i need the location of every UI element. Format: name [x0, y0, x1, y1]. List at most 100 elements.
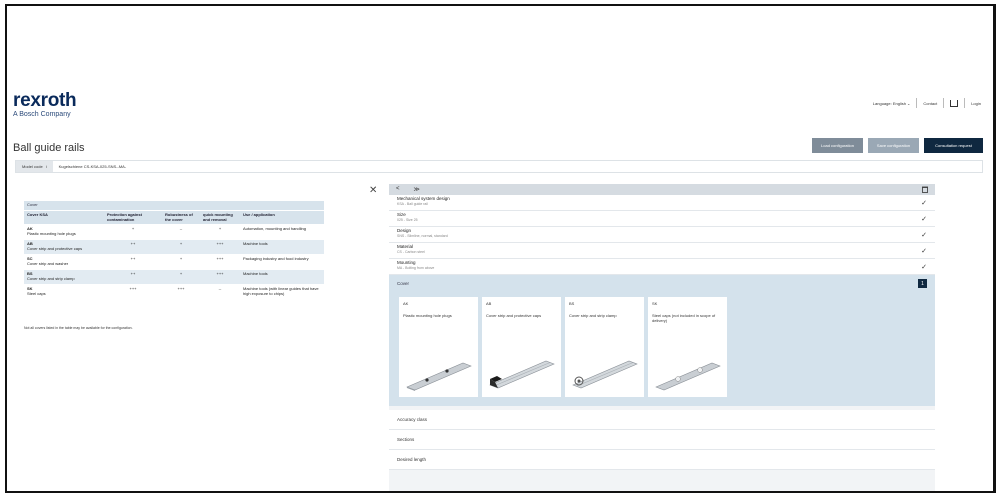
- option-name: Cover strip and protective caps: [486, 313, 542, 318]
- section-title: Design: [397, 228, 412, 233]
- robustness-rating: +: [162, 239, 200, 255]
- login-link[interactable]: Login: [971, 101, 981, 106]
- cover-name: Cover strip and washer: [27, 260, 69, 266]
- cover-option-card[interactable]: AB Cover strip and protective caps: [482, 297, 561, 397]
- table-row: SK Steel caps +++ +++ -- Machine tools (w…: [24, 284, 324, 300]
- table-row: SC Cover strip and washer ++ + +++ Packag…: [24, 254, 324, 270]
- contact-link[interactable]: Contact: [923, 101, 937, 106]
- cover-table-title: Cover: [24, 201, 324, 211]
- section-sections[interactable]: Sections: [389, 430, 935, 450]
- section-value: MA - Bolting from above: [397, 266, 435, 270]
- cover-name: Cover strip and protective caps: [27, 245, 83, 251]
- table-row: BS Cover strip and strip clamp ++ + +++ M…: [24, 269, 324, 285]
- option-code: BS: [569, 301, 575, 306]
- info-badge[interactable]: 1: [918, 279, 927, 288]
- logo-tagline: A Bosch Company: [13, 111, 71, 118]
- section-material[interactable]: Material CS - Carbon steel ✓: [389, 243, 935, 259]
- protection-rating: ++: [104, 239, 162, 255]
- load-configuration-button[interactable]: Load configuration: [812, 138, 863, 153]
- column-header: Use / application: [240, 210, 324, 225]
- table-row: AB Cover strip and protective caps ++ + +…: [24, 239, 324, 255]
- mounting-rating: +++: [200, 269, 240, 285]
- check-icon: ✓: [921, 200, 927, 207]
- mounting-rating: --: [200, 284, 240, 300]
- close-icon[interactable]: ✕: [369, 185, 377, 196]
- robustness-rating: –: [162, 224, 200, 240]
- option-code: AK: [403, 301, 409, 306]
- table-row: AK Plastic mounting hole plugs + – + Auto…: [24, 224, 324, 240]
- language-selector[interactable]: Language: English ⌄: [873, 101, 911, 106]
- section-value: 025 - Size 25: [397, 218, 418, 222]
- robustness-rating: +: [162, 254, 200, 270]
- cover-option-card[interactable]: BS Cover strip and strip clamp: [565, 297, 644, 397]
- section-value: SNS - Slimline, normal, standard: [397, 234, 448, 238]
- cover-name: Cover strip and strip clamp: [27, 275, 75, 281]
- model-code-text: Model code: [22, 164, 43, 169]
- cover-option-card[interactable]: SK Steel caps (not included in scope of …: [648, 297, 727, 397]
- section-value: CS - Carbon steel: [397, 250, 425, 254]
- protection-rating: +: [104, 224, 162, 240]
- protection-rating: +++: [104, 284, 162, 300]
- check-icon: ✓: [921, 232, 927, 239]
- check-icon: ✓: [921, 264, 927, 271]
- logo-wordmark: rexroth: [13, 90, 77, 111]
- use-application: Machine tools (with linear guides that h…: [240, 284, 324, 300]
- model-code-value: Kugelschiene CS-KSA-025-SNS--MA-: [58, 164, 127, 169]
- column-header: quick mounting and removal: [200, 210, 240, 225]
- save-configuration-button[interactable]: Save configuration: [868, 138, 919, 153]
- section-cover[interactable]: Cover 1: [389, 275, 935, 292]
- use-application: Machine tools: [240, 239, 324, 255]
- section-title: Material: [397, 244, 414, 249]
- cover-option-card[interactable]: AK Plastic mounting hole plugs: [399, 297, 478, 397]
- mounting-rating: +: [200, 224, 240, 240]
- info-icon[interactable]: i: [46, 164, 47, 169]
- next-arrow-icon[interactable]: ≫: [414, 186, 420, 193]
- cover-name: Steel caps: [27, 290, 46, 296]
- screenshot-frame: rexroth A Bosch Company Language: Englis…: [5, 4, 996, 493]
- option-name: Cover strip and strip clamp: [569, 313, 617, 318]
- check-icon: ✓: [921, 248, 927, 255]
- cart-icon[interactable]: [950, 99, 959, 107]
- cover-table: Cover Cover KSA Protection against conta…: [24, 201, 324, 300]
- rail-steel-caps-image: [655, 362, 721, 391]
- section-title: Mechanical system design: [397, 196, 450, 201]
- rail-strip-clamp-image: [572, 360, 638, 389]
- option-name: Plastic mounting hole plugs: [403, 313, 452, 318]
- use-application: Machine tools: [240, 269, 324, 285]
- robustness-rating: +++: [162, 284, 200, 300]
- section-desired-length[interactable]: Desired length: [389, 450, 935, 470]
- check-icon: ✓: [921, 216, 927, 223]
- use-application: Automation, mounting and handling: [240, 224, 324, 240]
- cover-options: AK Plastic mounting hole plugs AB Cover …: [389, 292, 935, 406]
- section-size[interactable]: Size 025 - Size 25 ✓: [389, 211, 935, 227]
- header-links: Language: English ⌄ Contact Login: [873, 98, 981, 108]
- option-code: SK: [652, 301, 658, 306]
- prev-arrow-icon[interactable]: <: [396, 186, 400, 193]
- section-mechanical-design[interactable]: Mechanical system design KSA - Ball guid…: [389, 195, 935, 211]
- page: rexroth A Bosch Company Language: Englis…: [7, 6, 993, 491]
- rail-plugs-image: [406, 362, 472, 391]
- mounting-rating: +++: [200, 239, 240, 255]
- option-name: Steel caps (not included in scope of del…: [652, 313, 716, 323]
- model-code-label: Model code i: [16, 161, 53, 172]
- column-header: Robustness of the cover: [162, 210, 200, 225]
- column-header: Protection against contamination: [104, 210, 162, 225]
- option-code: AB: [486, 301, 492, 306]
- divider: [964, 98, 966, 108]
- action-buttons: Load configuration Save configuration Co…: [812, 138, 983, 153]
- section-title: Size: [397, 212, 406, 217]
- use-application: Packaging industry and food industry: [240, 254, 324, 270]
- page-title: Ball guide rails: [13, 142, 85, 154]
- divider: [916, 98, 918, 108]
- section-design[interactable]: Design SNS - Slimline, normal, standard …: [389, 227, 935, 243]
- nav-arrows: < ≫: [396, 186, 420, 193]
- section-accuracy-class[interactable]: Accuracy class: [389, 410, 935, 430]
- section-mounting[interactable]: Mounting MA - Bolting from above ✓: [389, 259, 935, 275]
- trash-icon[interactable]: [922, 186, 928, 193]
- column-header: Cover KSA: [24, 210, 104, 225]
- section-title: Cover: [397, 281, 410, 286]
- consultation-request-button[interactable]: Consultation request: [924, 138, 983, 153]
- configurator-panel: < ≫ Mechanical system design KSA - Ball …: [389, 184, 935, 491]
- model-code-bar: Model code i Kugelschiene CS-KSA-025-SNS…: [15, 160, 983, 173]
- rexroth-logo[interactable]: rexroth A Bosch Company: [13, 90, 77, 118]
